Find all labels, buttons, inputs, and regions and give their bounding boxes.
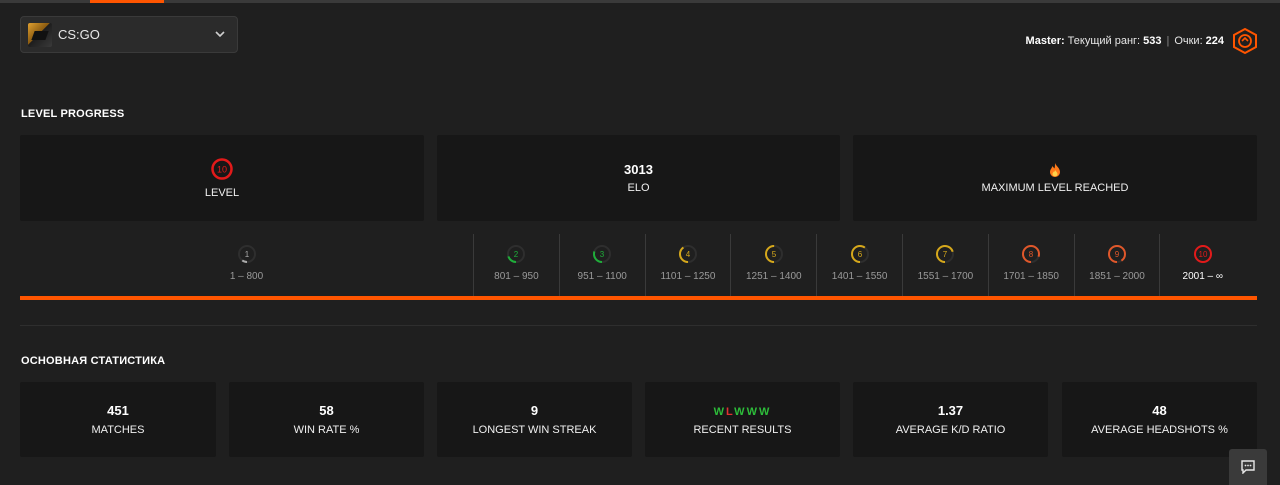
- level-1-icon: 1: [237, 245, 256, 263]
- win-rate-value: 58: [319, 403, 334, 418]
- main-stats-title: ОСНОВНАЯ СТАТИСТИКА: [21, 355, 166, 367]
- active-tab-indicator: [90, 0, 164, 3]
- level-progress-title: LEVEL PROGRESS: [21, 108, 125, 120]
- stat-card-win-streak: 9 LONGEST WIN STREAK: [437, 382, 632, 457]
- kd-value: 1.37: [937, 403, 964, 418]
- level-segment-3: 3 951 – 1100: [558, 234, 645, 296]
- headshots-label: AVERAGE HEADSHOTS %: [1091, 424, 1228, 436]
- level-10-icon: 10: [211, 158, 233, 180]
- game-select-dropdown[interactable]: CS:GO: [20, 16, 238, 53]
- rank-tier: Master:: [1025, 35, 1065, 47]
- level-4-icon: 4: [678, 245, 697, 263]
- level-segment-6: 6 1401 – 1550: [816, 234, 902, 296]
- level-range: 1 – 800: [229, 271, 264, 282]
- recent-result-win: W: [758, 406, 772, 418]
- headshots-value: 48: [1152, 403, 1167, 418]
- kd-label: AVERAGE K/D RATIO: [895, 424, 1006, 436]
- level-segment-2: 2 801 – 950: [473, 234, 559, 296]
- recent-result-win: W: [713, 406, 727, 418]
- level-2-icon: 2: [507, 245, 526, 263]
- win-streak-value: 9: [530, 403, 539, 418]
- master-rank-icon: [1233, 28, 1257, 54]
- stat-card-headshots: 48 AVERAGE HEADSHOTS %: [1062, 382, 1257, 457]
- rank-label: Текущий ранг:: [1067, 35, 1141, 47]
- level-range: 2001 – ∞: [1182, 271, 1224, 282]
- level-segment-8: 8 1701 – 1850: [987, 234, 1074, 296]
- matches-value: 451: [107, 403, 129, 418]
- chat-button[interactable]: [1229, 449, 1267, 485]
- level-range: 1101 – 1250: [660, 271, 716, 282]
- level-range: 1851 – 2000: [1089, 271, 1145, 282]
- recent-result-win: W: [734, 406, 747, 418]
- svg-text:2: 2: [514, 250, 519, 259]
- level-segment-1: 1 1 – 800: [20, 234, 473, 296]
- svg-text:7: 7: [943, 250, 948, 259]
- level-range: 801 – 950: [494, 271, 539, 282]
- stat-card-win-rate: 58 WIN RATE %: [229, 382, 424, 457]
- svg-text:3: 3: [600, 250, 605, 259]
- level-7-icon: 7: [936, 245, 955, 263]
- max-level-label: MAXIMUM LEVEL REACHED: [981, 181, 1129, 194]
- stat-card-recent-results: WLWWW RECENT RESULTS: [645, 382, 840, 457]
- fire-icon: [1050, 162, 1060, 177]
- top-nav-line: [0, 0, 1280, 3]
- level-strip: 1 1 – 800 2 801 – 950 3 951 – 1100 4 1101 – 125…: [20, 234, 1257, 296]
- elo-card: 3013 ELO: [437, 135, 840, 221]
- svg-text:9: 9: [1115, 250, 1120, 259]
- svg-text:1: 1: [244, 250, 249, 259]
- stat-card-matches: 451 MATCHES: [20, 382, 216, 457]
- recent-result-win: W: [746, 406, 759, 418]
- section-divider: [20, 325, 1257, 326]
- rank-info: Master: Текущий ранг: 533 | Очки: 224: [1026, 35, 1224, 47]
- svg-text:10: 10: [217, 165, 227, 175]
- level-6-icon: 6: [850, 245, 869, 263]
- svg-text:8: 8: [1029, 250, 1034, 259]
- svg-text:4: 4: [686, 250, 691, 259]
- level-segment-4: 4 1101 – 1250: [644, 234, 731, 296]
- elo-value: 3013: [624, 162, 653, 177]
- svg-text:5: 5: [772, 250, 777, 259]
- matches-label: MATCHES: [91, 424, 145, 436]
- recent-results-value: WLWWW: [714, 403, 772, 418]
- level-progress-bar: [20, 296, 1257, 300]
- rank-separator: |: [1166, 35, 1170, 47]
- level-card-label: LEVEL: [204, 187, 240, 199]
- recent-result-loss: L: [726, 406, 735, 418]
- level-segment-5: 5 1251 – 1400: [730, 234, 816, 296]
- level-5-icon: 5: [764, 245, 783, 263]
- svg-text:10: 10: [1198, 250, 1207, 259]
- level-range: 1251 – 1400: [745, 271, 802, 282]
- level-segment-7: 7 1551 – 1700: [902, 234, 988, 296]
- level-range: 1551 – 1700: [917, 271, 974, 282]
- elo-label: ELO: [627, 182, 650, 194]
- points-value: 224: [1205, 35, 1224, 47]
- stat-card-kd: 1.37 AVERAGE K/D RATIO: [853, 382, 1048, 457]
- level-8-icon: 8: [1022, 245, 1041, 263]
- csgo-icon: [28, 22, 52, 47]
- points-label: Очки:: [1174, 35, 1203, 47]
- game-select-label: CS:GO: [58, 27, 100, 42]
- recent-results-label: RECENT RESULTS: [693, 424, 792, 436]
- win-rate-label: WIN RATE %: [293, 424, 360, 436]
- level-segment-9: 9 1851 – 2000: [1073, 234, 1160, 296]
- win-streak-label: LONGEST WIN STREAK: [472, 424, 597, 436]
- max-level-card: MAXIMUM LEVEL REACHED: [853, 135, 1257, 221]
- level-range: 951 – 1100: [577, 271, 627, 282]
- level-segment-10: 10 2001 – ∞: [1159, 234, 1245, 296]
- level-10-icon: 10: [1193, 245, 1212, 263]
- level-3-icon: 3: [593, 245, 612, 263]
- level-range: 1701 – 1850: [1003, 271, 1059, 282]
- chevron-down-icon: [215, 31, 225, 38]
- svg-text:6: 6: [857, 250, 862, 259]
- level-9-icon: 9: [1107, 245, 1126, 263]
- level-range: 1401 – 1550: [831, 271, 888, 282]
- rank-value: 533: [1143, 35, 1162, 47]
- level-card: 10 LEVEL: [20, 135, 424, 221]
- chat-icon: [1241, 460, 1255, 474]
